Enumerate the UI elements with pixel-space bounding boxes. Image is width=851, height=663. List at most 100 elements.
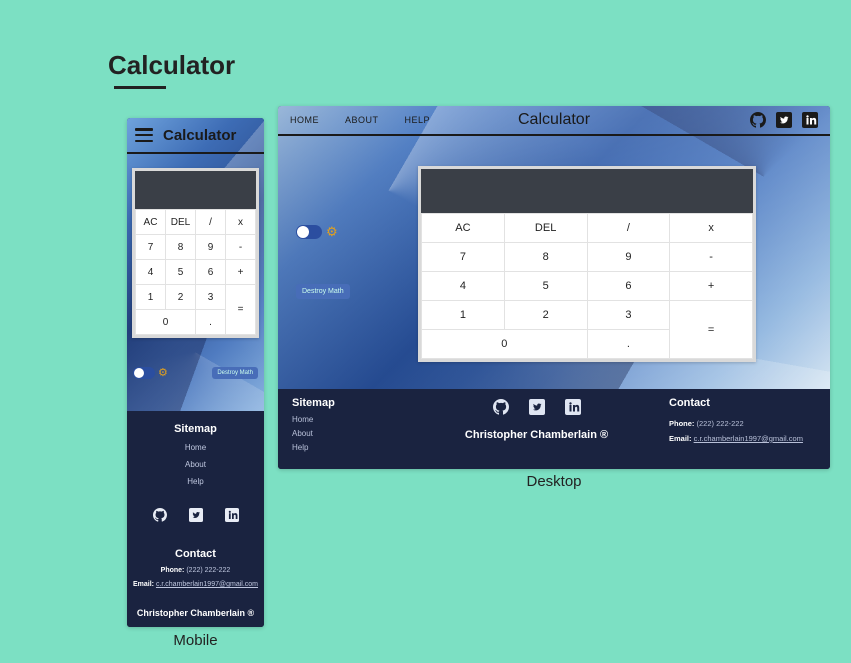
footer-link-help[interactable]: Help [127,477,264,486]
email-label: Email: [133,581,154,588]
key-7[interactable]: 7 [422,243,505,272]
linkedin-icon[interactable] [565,399,581,415]
nav-home[interactable]: HOME [290,115,319,125]
mobile-app-title: Calculator [163,127,236,144]
desktop-app-title: Calculator [518,111,590,129]
key-9[interactable]: 9 [196,235,226,260]
key-ac[interactable]: AC [136,210,166,235]
twitter-icon[interactable] [529,399,545,415]
key-divide[interactable]: / [196,210,226,235]
footer-copyright: Christopher Chamberlain ® [127,608,264,618]
footer-copyright: Christopher Chamberlain ® [432,429,641,441]
contact-title: Contact [669,397,816,409]
key-minus[interactable]: - [670,243,753,272]
mobile-caption: Mobile [127,632,264,649]
footer-sitemap: Sitemap Home About Help [278,389,418,469]
contact-email: Email: c.r.chamberlain1997@gmail.com [669,434,816,443]
key-4[interactable]: 4 [136,260,166,285]
key-8[interactable]: 8 [166,235,196,260]
desktop-header: HOME ABOUT HELP Calculator [278,106,830,136]
footer-socials [432,399,641,415]
calculator-keypad: AC DEL / x 7 8 9 - 4 5 6 + 1 2 3 = [135,209,256,335]
sitemap-title: Sitemap [127,423,264,435]
key-multiply[interactable]: x [670,214,753,243]
desktop-mockup: HOME ABOUT HELP Calculator ⚙ Destroy Mat… [278,106,830,469]
key-4[interactable]: 4 [422,272,505,301]
gear-icon[interactable]: ⚙ [326,224,338,240]
desktop-header-socials [750,112,818,128]
key-divide[interactable]: / [587,214,670,243]
gear-icon[interactable]: ⚙ [158,366,168,379]
theme-toggle[interactable] [296,225,322,239]
key-7[interactable]: 7 [136,235,166,260]
footer-link-about[interactable]: About [127,460,264,469]
nav-about[interactable]: ABOUT [345,115,379,125]
mobile-footer: Sitemap Home About Help Contact Phone: (… [127,411,264,627]
key-3[interactable]: 3 [196,285,226,310]
key-6[interactable]: 6 [196,260,226,285]
theme-toggle[interactable] [133,367,155,379]
key-5[interactable]: 5 [166,260,196,285]
key-8[interactable]: 8 [504,243,587,272]
hamburger-icon[interactable] [135,128,153,142]
key-del[interactable]: DEL [166,210,196,235]
key-6[interactable]: 6 [587,272,670,301]
key-1[interactable]: 1 [136,285,166,310]
email-link[interactable]: c.r.chamberlain1997@gmail.com [694,434,803,443]
key-2[interactable]: 2 [504,301,587,330]
linkedin-icon[interactable] [225,508,239,522]
key-minus[interactable]: - [226,235,256,260]
footer-center: Christopher Chamberlain ® [418,389,655,469]
twitter-icon[interactable] [776,112,792,128]
calculator-card-desktop: AC DEL / x 7 8 9 - 4 5 6 + 1 2 3 = [418,166,756,362]
theme-toggle-wrap: ⚙ [133,366,168,379]
github-icon[interactable] [750,112,766,128]
desktop-caption: Desktop [278,473,830,490]
github-icon[interactable] [493,399,509,415]
mobile-header: Calculator [127,118,264,154]
contact-email: Email: c.r.chamberlain1997@gmail.com [127,581,264,588]
contact-phone: Phone: (222) 222-222 [127,567,264,574]
key-9[interactable]: 9 [587,243,670,272]
footer-link-help[interactable]: Help [292,443,404,452]
key-1[interactable]: 1 [422,301,505,330]
linkedin-icon[interactable] [802,112,818,128]
destroy-math-button[interactable]: Destroy Math [212,367,258,379]
key-plus[interactable]: + [226,260,256,285]
key-decimal[interactable]: . [196,310,226,335]
footer-link-home[interactable]: Home [292,415,404,424]
key-del[interactable]: DEL [504,214,587,243]
email-link[interactable]: c.r.chamberlain1997@gmail.com [156,581,258,588]
desktop-nav: HOME ABOUT HELP [290,115,430,125]
key-5[interactable]: 5 [504,272,587,301]
phone-label: Phone: [669,419,694,428]
desktop-footer: Sitemap Home About Help Christopher Cham… [278,389,830,469]
calculator-display [421,169,753,213]
key-plus[interactable]: + [670,272,753,301]
nav-help[interactable]: HELP [405,115,431,125]
sitemap-title: Sitemap [292,397,404,409]
footer-link-about[interactable]: About [292,429,404,438]
key-equals[interactable]: = [226,285,256,335]
contact-title: Contact [127,548,264,560]
calculator-keypad: AC DEL / x 7 8 9 - 4 5 6 + 1 2 3 = [421,213,753,359]
contact-phone: Phone: (222) 222-222 [669,419,816,428]
key-ac[interactable]: AC [422,214,505,243]
destroy-math-button[interactable]: Destroy Math [296,284,350,299]
key-0[interactable]: 0 [136,310,196,335]
title-underline [114,86,166,89]
footer-link-home[interactable]: Home [127,443,264,452]
mobile-footer-socials [127,508,264,522]
key-decimal[interactable]: . [587,330,670,359]
mobile-controls: ⚙ Destroy Math [127,366,264,379]
key-multiply[interactable]: x [226,210,256,235]
calculator-card-mobile: AC DEL / x 7 8 9 - 4 5 6 + 1 2 3 = [132,168,259,338]
github-icon[interactable] [153,508,167,522]
twitter-icon[interactable] [189,508,203,522]
key-2[interactable]: 2 [166,285,196,310]
key-0[interactable]: 0 [422,330,588,359]
key-3[interactable]: 3 [587,301,670,330]
key-equals[interactable]: = [670,301,753,359]
desktop-toggle-area: ⚙ [296,224,338,240]
page-title: Calculator [108,50,235,81]
